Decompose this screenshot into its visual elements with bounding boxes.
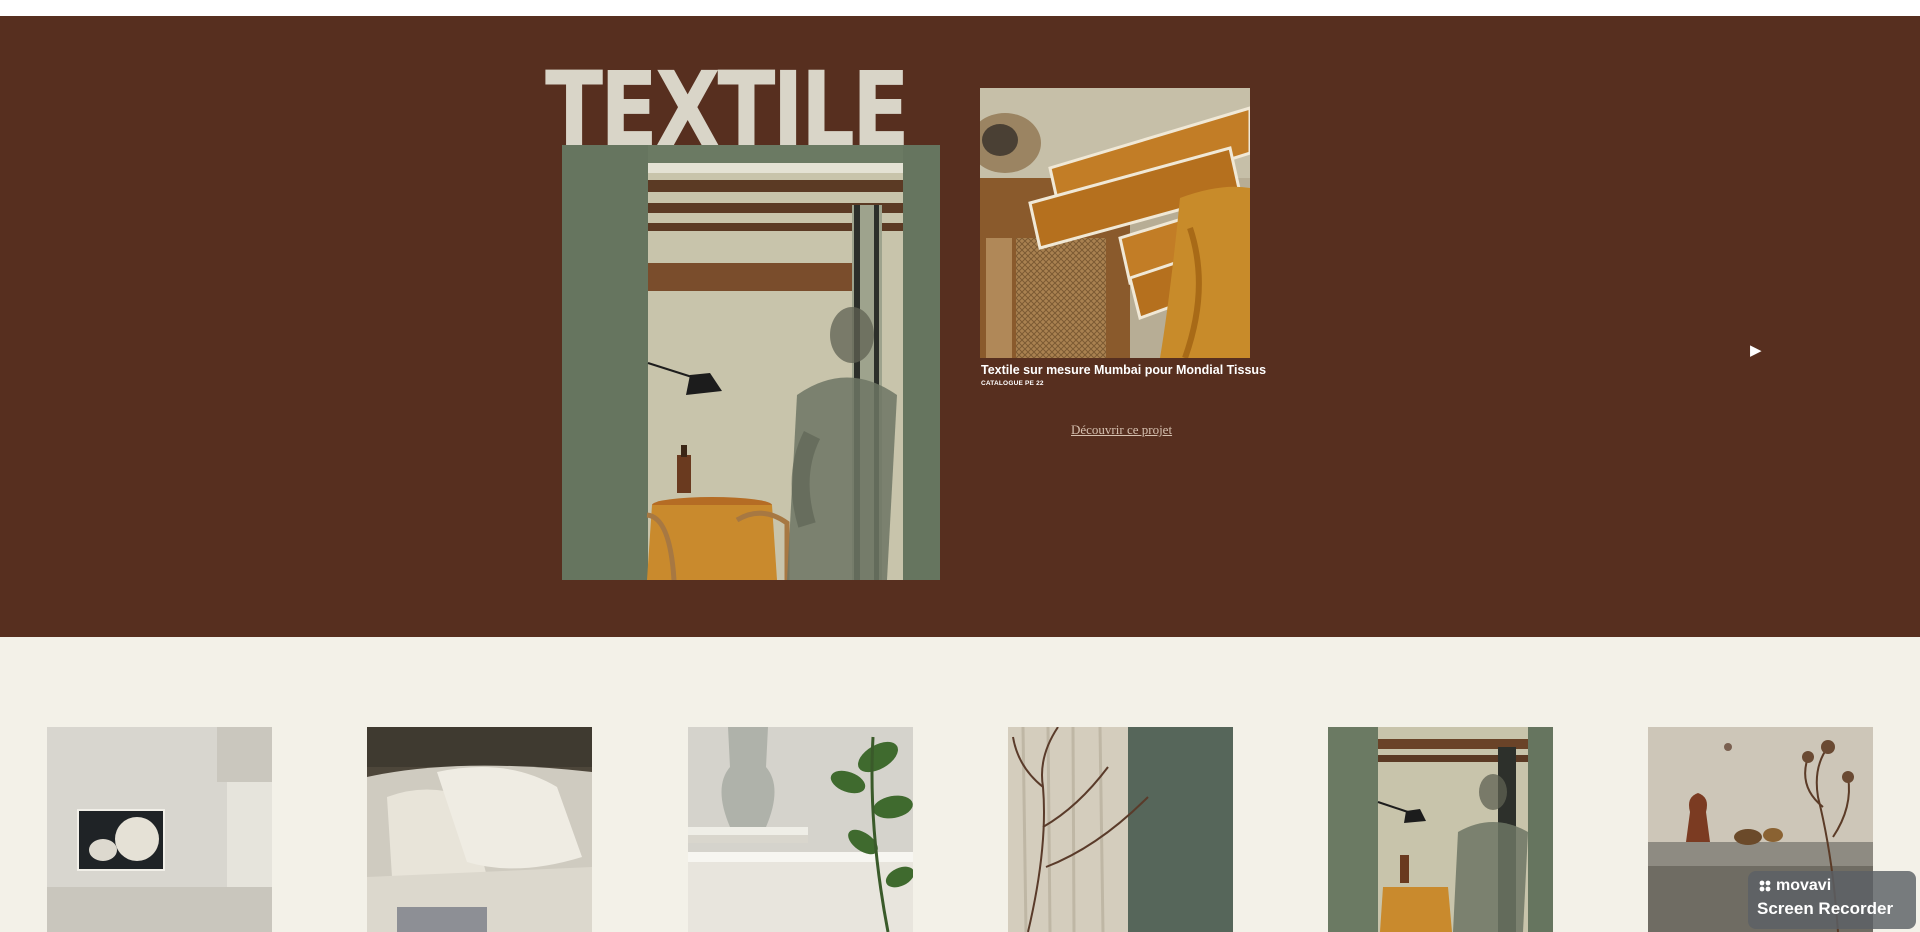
gallery-thumbnail-linen-pillows[interactable] [367,727,592,932]
gallery-thumbnail-curtain-branches[interactable] [1008,727,1233,932]
project-subtitle: CATALOGUE PE 22 [981,380,1044,387]
hero-image-cushions[interactable] [980,88,1250,358]
hero-section: TEXTILE Textile sur mesure Mumbai pour M… [0,16,1920,637]
badge-brand: movavi [1776,877,1832,894]
gallery-thumbnail-glass-vase-plant[interactable] [688,727,913,932]
project-title: Textile sur mesure Mumbai pour Mondial T… [981,363,1267,377]
screen-recorder-badge: movavi Screen Recorder [1748,871,1916,929]
discover-project-link[interactable]: Découvrir ce projet [1071,422,1172,438]
hero-image-doorway[interactable] [562,145,940,580]
next-slide-arrow-icon[interactable]: ▶ [1750,343,1762,358]
browser-top-strip [0,0,1920,16]
badge-logo-row: movavi [1758,878,1831,894]
gallery-thumbnail-doorway[interactable] [1328,727,1553,932]
movavi-logo-icon [1759,880,1771,892]
gallery-thumbnail-vase-painting[interactable] [47,727,272,932]
badge-product: Screen Recorder [1757,899,1894,918]
